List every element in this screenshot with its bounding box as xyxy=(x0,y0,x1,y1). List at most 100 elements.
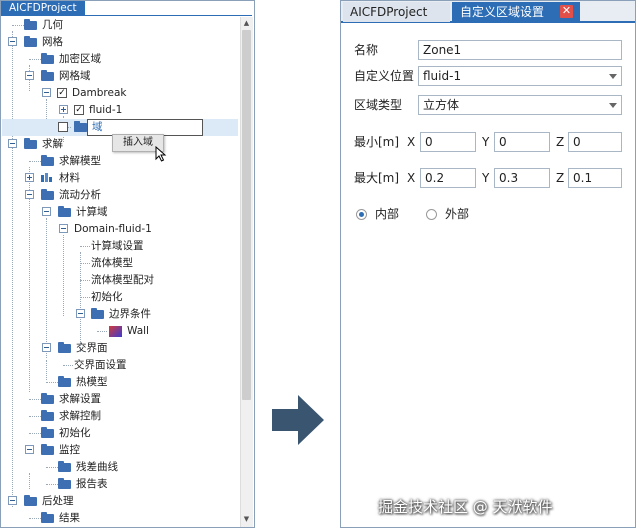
min-y-axis-label: Y xyxy=(482,135,490,149)
tree-item-label: 几何 xyxy=(42,19,63,31)
min-label: 最小[m] xyxy=(354,135,400,149)
tree-item-domain-settings[interactable]: 计算域设置 xyxy=(2,238,238,255)
tree-item-report-table[interactable]: 报告表 xyxy=(2,476,238,493)
tree-item-boundary-conditions[interactable]: 边界条件 xyxy=(2,306,238,323)
tree-item-mesh-domain[interactable]: 网格域 xyxy=(2,68,238,85)
tree-connector xyxy=(29,161,41,162)
tree-item-flow-analysis[interactable]: 流动分析 xyxy=(2,187,238,204)
folder-icon xyxy=(58,461,71,472)
tree-item-fluid-model-pairing[interactable]: 流体模型配对 xyxy=(2,272,238,289)
tree-item-initialization[interactable]: 初始化 xyxy=(2,425,238,442)
tree-item-geometry[interactable]: 几何 xyxy=(2,17,238,34)
position-select[interactable]: fluid-1 xyxy=(418,66,622,86)
tree-item-fluid-model[interactable]: 流体模型 xyxy=(2,255,238,272)
radio-inside-label: 内部 xyxy=(375,207,400,221)
collapse-icon[interactable] xyxy=(25,190,34,199)
tree-item-label: 初始化 xyxy=(91,291,123,303)
tab-aicfd-project[interactable]: AICFDProject xyxy=(343,2,450,22)
tree-item-solve-control[interactable]: 求解控制 xyxy=(2,408,238,425)
tree-item-fluid-1[interactable]: ✓ fluid-1 xyxy=(2,102,238,119)
tree-item-label: 报告表 xyxy=(76,478,108,490)
checkbox-checked-icon[interactable]: ✓ xyxy=(57,88,67,98)
name-label: 名称 xyxy=(354,43,379,57)
tree-item-dambreak[interactable]: ✓ Dambreak xyxy=(2,85,238,102)
tree-connector xyxy=(46,484,58,485)
tree-item-monitor[interactable]: 监控 xyxy=(2,442,238,459)
tree-connector xyxy=(80,280,90,281)
max-z-input[interactable]: 0.1 xyxy=(568,168,622,188)
project-tab[interactable]: AICFDProject xyxy=(1,1,85,15)
close-icon[interactable]: ✕ xyxy=(560,5,573,18)
tree-item-postprocess[interactable]: 后处理 xyxy=(2,493,238,510)
radio-inside[interactable] xyxy=(356,209,367,220)
collapse-icon[interactable] xyxy=(42,343,51,352)
tree-item-wall[interactable]: Wall xyxy=(2,323,238,340)
wall-boundary-icon xyxy=(109,326,122,337)
tree-item-label: 流动分析 xyxy=(59,189,101,201)
collapse-icon[interactable] xyxy=(59,224,68,233)
tree-item-label: 初始化 xyxy=(59,427,91,439)
collapse-icon[interactable] xyxy=(8,496,17,505)
tab-underline xyxy=(1,15,252,16)
folder-icon xyxy=(41,70,54,81)
max-y-input[interactable]: 0.3 xyxy=(494,168,550,188)
tree-item-solve-settings[interactable]: 求解设置 xyxy=(2,391,238,408)
chevron-down-icon[interactable] xyxy=(609,103,617,108)
tree-item-material[interactable]: 材料 xyxy=(2,170,238,187)
folder-icon xyxy=(58,478,71,489)
min-y-input[interactable]: 0 xyxy=(494,132,550,152)
tree-item-thermal-model[interactable]: 热模型 xyxy=(2,374,238,391)
tree-item-interface[interactable]: 交界面 xyxy=(2,340,238,357)
tree-connector xyxy=(12,25,24,26)
tree-item-compute-domain[interactable]: 计算域 xyxy=(2,204,238,221)
folder-icon xyxy=(41,427,54,438)
tree-connector xyxy=(80,297,90,298)
tree-connector xyxy=(29,518,41,519)
collapse-icon[interactable] xyxy=(42,207,51,216)
collapse-icon[interactable] xyxy=(42,88,51,97)
scroll-up-icon[interactable]: ▲ xyxy=(241,18,252,28)
folder-icon xyxy=(24,19,37,30)
tree-item-label: 热模型 xyxy=(76,376,108,388)
tree-item-refine-region[interactable]: 加密区域 xyxy=(2,51,238,68)
tree-item-label: 求解设置 xyxy=(59,393,101,405)
tree-item-interface-settings[interactable]: 交界面设置 xyxy=(2,357,238,374)
folder-icon xyxy=(58,376,71,387)
checkbox-checked-icon[interactable]: ✓ xyxy=(74,105,84,115)
tree-item-label: Wall xyxy=(127,325,149,337)
collapse-icon[interactable] xyxy=(25,71,34,80)
name-input[interactable]: Zone1 xyxy=(418,40,622,60)
folder-icon xyxy=(91,308,104,319)
expand-icon[interactable] xyxy=(59,105,68,114)
tab-label: 自定义区域设置 xyxy=(460,5,545,19)
tree-item-solver-model[interactable]: 求解模型 xyxy=(2,153,238,170)
folder-icon xyxy=(74,121,87,132)
collapse-icon[interactable] xyxy=(8,37,17,46)
max-label: 最大[m] xyxy=(354,171,400,185)
max-x-input[interactable]: 0.2 xyxy=(420,168,476,188)
folder-icon xyxy=(41,393,54,404)
checkbox-unchecked-icon[interactable] xyxy=(58,122,68,132)
min-x-input[interactable]: 0 xyxy=(420,132,476,152)
min-z-input[interactable]: 0 xyxy=(568,132,622,152)
folder-icon xyxy=(41,155,54,166)
chevron-down-icon[interactable] xyxy=(609,74,617,79)
tree-item-mesh[interactable]: 网格 xyxy=(2,34,238,51)
tree-item-label: 求解控制 xyxy=(59,410,101,422)
tree-connector xyxy=(63,365,73,366)
scroll-down-icon[interactable]: ▼ xyxy=(241,514,252,524)
folder-icon xyxy=(41,189,54,200)
scroll-thumb[interactable] xyxy=(242,30,251,400)
collapse-icon[interactable] xyxy=(76,309,85,318)
tree-item-domain-fluid-1[interactable]: Domain-fluid-1 xyxy=(2,221,238,238)
collapse-icon[interactable] xyxy=(25,445,34,454)
expand-icon[interactable] xyxy=(25,173,34,182)
tree-item-residual-curve[interactable]: 残差曲线 xyxy=(2,459,238,476)
radio-outside[interactable] xyxy=(426,209,437,220)
folder-icon xyxy=(41,410,54,421)
zone-type-select[interactable]: 立方体 xyxy=(418,95,622,115)
tree-item-domain-init[interactable]: 初始化 xyxy=(2,289,238,306)
tree-item-results[interactable]: 结果 xyxy=(2,510,238,527)
collapse-icon[interactable] xyxy=(8,139,17,148)
tree-connector xyxy=(29,416,41,417)
